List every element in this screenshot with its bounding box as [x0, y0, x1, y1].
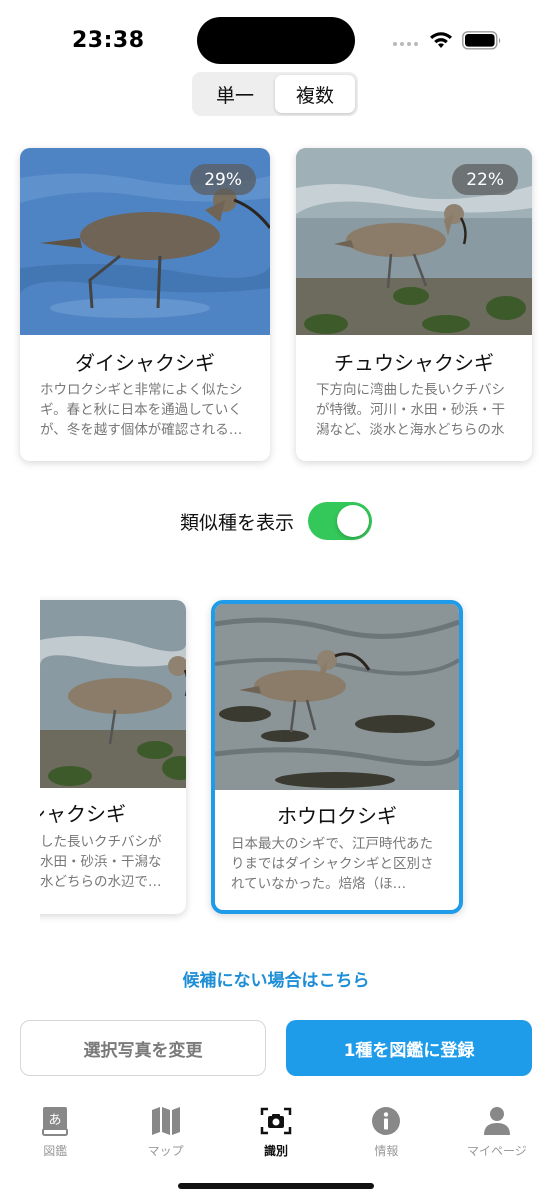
segment-single[interactable]: 単一 — [195, 75, 275, 113]
wifi-icon — [430, 32, 452, 48]
info-icon — [370, 1104, 402, 1138]
person-icon — [481, 1104, 513, 1138]
species-description: 下方向に湾曲した長いクチバシが特徴。河川・水田・砂浜・干潟など、淡水と海水どちら… — [316, 382, 505, 438]
bird-photo — [40, 600, 186, 788]
switch-knob — [337, 505, 369, 537]
tab-map[interactable]: マップ — [110, 1096, 220, 1166]
change-photo-button[interactable]: 選択写真を変更 — [20, 1020, 266, 1076]
bird-photo — [215, 604, 459, 790]
segment-multiple[interactable]: 複数 — [275, 75, 355, 113]
status-bar: 23:38 — [0, 0, 552, 80]
tab-label: マップ — [147, 1144, 184, 1158]
candidate-card[interactable]: 29% ダイシャクシギ ホウロクシギと非常によく似たシギ。春と秋に日本を通過して… — [20, 148, 270, 461]
species-name: ダイシャクシギ — [75, 351, 215, 375]
book-icon: あ — [39, 1104, 71, 1138]
cellular-signal-icon — [393, 42, 418, 46]
similar-species-switch[interactable] — [308, 502, 372, 540]
species-name: チュウシャクシギ — [334, 351, 494, 375]
similar-species-card-selected[interactable]: ホウロクシギ 日本最大のシギで、江戸時代あたりまではダイシャクシギと区別されてい… — [211, 600, 463, 914]
tab-zukan[interactable]: あ 図鑑 — [0, 1096, 110, 1166]
species-description: した長いクチバシが水田・砂浜・干潟な水どちらの水辺で… — [40, 834, 162, 890]
tab-label: 情報 — [374, 1144, 399, 1158]
species-description: ホウロクシギと非常によく似たシギ。春と秋に日本を通過していくが、冬を越す個体が確… — [40, 382, 243, 438]
species-name: シャクシギ — [40, 802, 126, 826]
battery-icon — [462, 31, 501, 50]
map-icon — [150, 1104, 182, 1138]
candidate-card[interactable]: 22% チュウシャクシギ 下方向に湾曲した長いクチバシが特徴。河川・水田・砂浜・… — [296, 148, 532, 461]
similar-species-toggle-row: 類似種を表示 — [0, 500, 552, 542]
species-description: 日本最大のシギで、江戸時代あたりまではダイシャクシギと区別されていなかった。焙烙… — [231, 836, 434, 892]
similar-species-label: 類似種を表示 — [179, 511, 294, 534]
mode-segmented-control: 単一 複数 — [192, 72, 358, 116]
confidence-badge: 29% — [190, 164, 256, 195]
confidence-badge: 22% — [452, 164, 518, 195]
tab-label: 識別 — [264, 1144, 289, 1158]
dynamic-island — [197, 17, 355, 64]
home-indicator — [178, 1183, 374, 1189]
tab-mypage[interactable]: マイページ — [442, 1096, 552, 1166]
tab-label: 図鑑 — [43, 1144, 68, 1158]
similar-species-card[interactable]: シャクシギ した長いクチバシが水田・砂浜・干潟な水どちらの水辺で… — [40, 600, 186, 914]
camera-scan-icon — [260, 1104, 292, 1138]
similar-species-carousel[interactable]: シャクシギ した長いクチバシが水田・砂浜・干潟な水どちらの水辺で… — [40, 590, 552, 930]
svg-text:あ: あ — [49, 1113, 62, 1128]
species-name: ホウロクシギ — [277, 804, 397, 828]
tab-label: マイページ — [466, 1144, 527, 1158]
tab-info[interactable]: 情報 — [331, 1096, 441, 1166]
tab-bar: あ 図鑑 マップ 識別 情報 マイページ — [0, 1096, 552, 1166]
tab-identify[interactable]: 識別 — [221, 1096, 331, 1166]
status-time: 23:38 — [72, 28, 145, 53]
register-button[interactable]: 1種を図鑑に登録 — [286, 1020, 532, 1076]
not-in-candidates-link[interactable]: 候補にない場合はこちら — [0, 966, 552, 991]
